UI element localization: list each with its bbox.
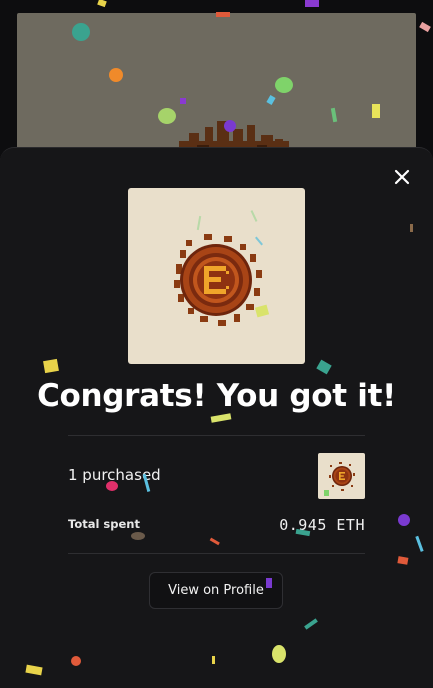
coin-nft-thumbnail xyxy=(329,462,355,491)
background-collection-image xyxy=(17,13,416,153)
nft-thumbnail xyxy=(318,453,365,499)
divider xyxy=(68,553,365,554)
total-spent-value: 0.945 ETH xyxy=(279,516,365,534)
close-icon xyxy=(394,169,410,185)
coin-nft-image xyxy=(174,210,270,326)
view-on-profile-button[interactable]: View on Profile xyxy=(149,572,283,609)
success-title: Congrats! You got it! xyxy=(37,378,396,414)
purchase-success-modal: Congrats! You got it! 1 purchased Total … xyxy=(0,147,433,688)
nft-image xyxy=(128,188,305,364)
total-spent-label: Total spent xyxy=(68,517,140,531)
close-button[interactable] xyxy=(389,164,415,190)
purchased-count: 1 purchased xyxy=(68,466,161,484)
divider xyxy=(68,435,365,436)
